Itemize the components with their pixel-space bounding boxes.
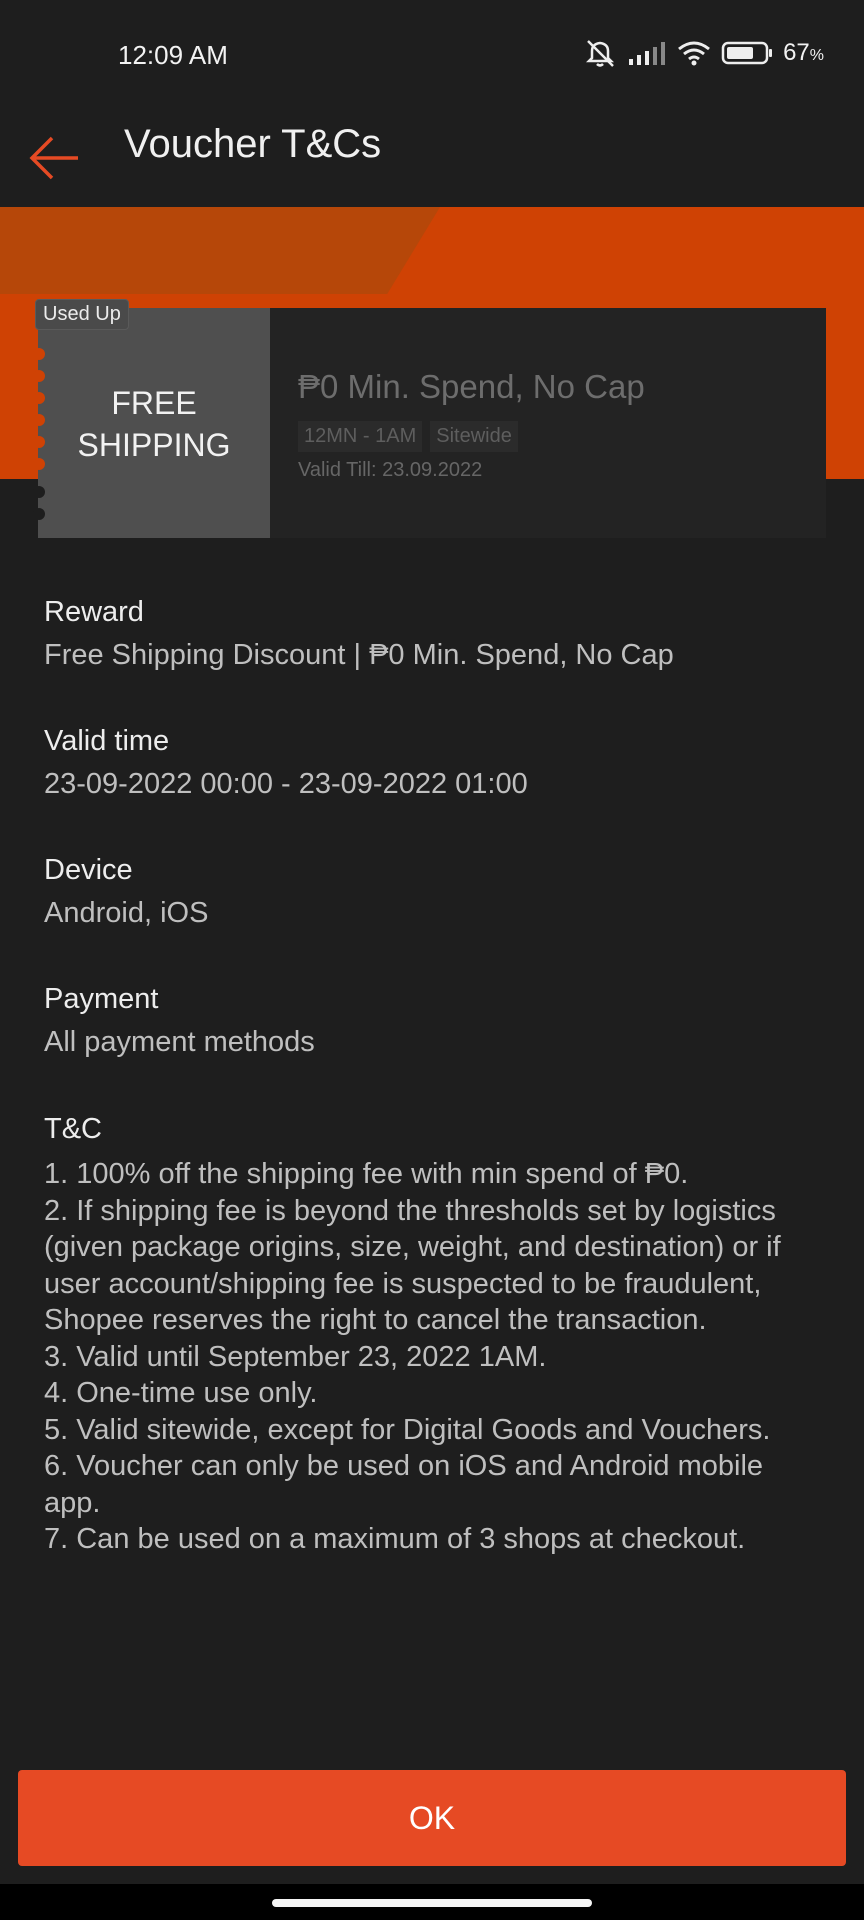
- ok-button[interactable]: OK: [18, 1770, 846, 1866]
- payment-value: All payment methods: [44, 1026, 315, 1058]
- back-button[interactable]: [24, 124, 88, 188]
- mute-icon: [586, 40, 615, 67]
- reward-label: Reward: [44, 596, 144, 628]
- navigation-bar: [0, 1884, 864, 1920]
- voucher-type-line1: FREE: [111, 385, 197, 421]
- tc-item: 3. Valid until September 23, 2022 1AM.: [44, 1340, 547, 1373]
- voucher-type-line2: SHIPPING: [77, 427, 231, 463]
- tc-item: 7. Can be used on a maximum of 3 shops a…: [44, 1523, 746, 1555]
- perforation-dot: [33, 370, 45, 382]
- signal-icon: [629, 42, 666, 65]
- wifi-icon: [678, 41, 710, 66]
- valid-time-label: Valid time: [44, 725, 170, 757]
- back-arrow-icon: [29, 136, 78, 180]
- voucher-tags: 12MN - 1AM Sitewide: [298, 421, 518, 452]
- perforation-dot: [33, 348, 45, 360]
- tc-list: 1. 100% off the shipping fee with min sp…: [44, 1156, 824, 1558]
- perforation-dot: [33, 486, 45, 498]
- tc-item: 2. If shipping fee is beyond the thresho…: [44, 1194, 781, 1337]
- status-bar: 12:09 AM 67%: [0, 0, 864, 110]
- voucher-valid-till: Valid Till: 23.09.2022: [298, 459, 483, 481]
- used-up-badge: Used Up: [35, 299, 129, 330]
- home-indicator[interactable]: [272, 1899, 592, 1907]
- device-label: Device: [44, 854, 133, 886]
- tc-label: T&C: [44, 1113, 102, 1145]
- payment-section: Payment All payment methods: [44, 983, 824, 1059]
- voucher-title: ₱0 Min. Spend, No Cap: [298, 368, 645, 405]
- tc-item: 1. 100% off the shipping fee with min sp…: [44, 1158, 689, 1190]
- tc-section: T&C 1. 100% off the shipping fee with mi…: [44, 1113, 824, 1558]
- reward-section: Reward Free Shipping Discount | ₱0 Min. …: [44, 596, 824, 672]
- device-value: Android, iOS: [44, 897, 209, 929]
- voucher-card: FREE SHIPPING Used Up ₱0 Min. Spend, No …: [33, 299, 826, 538]
- page-title: Voucher T&Cs: [124, 122, 382, 166]
- voucher-type: FREE SHIPPING: [38, 382, 270, 466]
- battery-percent: 67%: [783, 39, 824, 66]
- voucher-tag: 12MN - 1AM: [298, 421, 423, 452]
- app-bar: Voucher T&Cs: [0, 110, 864, 206]
- valid-time-section: Valid time 23-09-2022 00:00 - 23-09-2022…: [44, 725, 824, 801]
- valid-time-value: 23-09-2022 00:00 - 23-09-2022 01:00: [44, 768, 528, 800]
- tc-item: 4. One-time use only.: [44, 1377, 318, 1409]
- voucher-left-panel: FREE SHIPPING Used Up: [33, 299, 270, 538]
- status-time: 12:09 AM: [118, 40, 228, 70]
- battery-icon: [721, 41, 773, 65]
- payment-label: Payment: [44, 983, 159, 1015]
- voucher-details: ₱0 Min. Spend, No Cap 12MN - 1AM Sitewid…: [270, 308, 826, 538]
- tc-item: 5. Valid sitewide, except for Digital Go…: [44, 1413, 771, 1446]
- device-section: Device Android, iOS: [44, 854, 824, 930]
- voucher-tag: Sitewide: [430, 421, 518, 452]
- status-icons: 67%: [583, 38, 824, 68]
- tc-item: 6. Voucher can only be used on iOS and A…: [44, 1450, 764, 1519]
- perforation-dot: [33, 508, 45, 520]
- reward-value: Free Shipping Discount | ₱0 Min. Spend, …: [44, 639, 674, 671]
